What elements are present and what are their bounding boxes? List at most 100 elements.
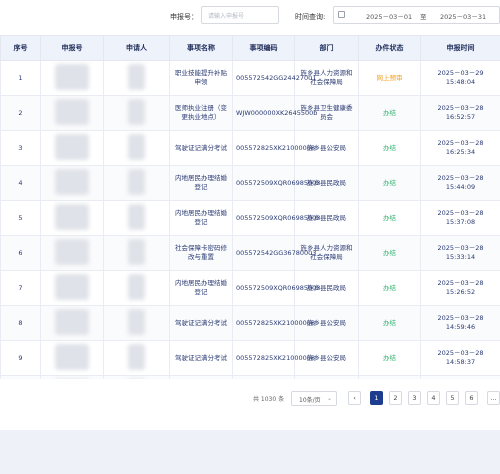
- column-header: 申报时间: [420, 35, 500, 61]
- row-number: 9: [0, 340, 41, 376]
- row-number: 6: [0, 235, 41, 271]
- redacted-block: [55, 273, 89, 300]
- page-5-button[interactable]: 5: [446, 391, 459, 405]
- row-number: 7: [0, 270, 41, 306]
- table-row[interactable]: 6 社会保障卡密码修改与重置 005572542GG36780003 旌乡县人力资源和…: [0, 235, 500, 271]
- submit-time: 2025－03－28 15:26:52: [420, 270, 500, 306]
- row-number: 5: [0, 200, 41, 236]
- page-4-button[interactable]: 4: [427, 391, 440, 405]
- table-row[interactable]: 1 职业技能提升补贴申领 005572542GG24427001 旌乡县人力资源和社会…: [0, 60, 500, 96]
- chevron-down-icon: ⌄: [326, 395, 332, 402]
- page-1-button[interactable]: 1: [370, 391, 383, 405]
- status-badge: 办结: [358, 95, 421, 131]
- item-name: 驾驶证记满分考试: [169, 305, 233, 341]
- applicant-redacted: [103, 270, 170, 306]
- row-number: 2: [0, 95, 41, 131]
- row-number: 8: [0, 305, 41, 341]
- page-size-select[interactable]: 10条/页 ⌄: [291, 391, 337, 406]
- applicant-redacted: [103, 235, 170, 271]
- applicant-redacted: [103, 130, 170, 166]
- prev-page-button[interactable]: ‹: [348, 391, 361, 405]
- table-row[interactable]: 9 驾驶证记满分考试 005572825XK21000008 旌乡县公安局 办结 2025…: [0, 340, 500, 376]
- redacted-block: [55, 378, 89, 379]
- column-header: 事项编码: [232, 35, 295, 61]
- row-number: 10: [0, 375, 41, 379]
- table-row[interactable]: 5 内地居民办理结婚登记 005572509XQR06985003 旌乡县民政局 办结 2…: [0, 200, 500, 236]
- applicant-redacted: [103, 200, 170, 236]
- status-badge: 办结: [358, 375, 421, 379]
- table-row[interactable]: 8 驾驶证记满分考试 005572825XK21000008 旌乡县公安局 办结 2025…: [0, 305, 500, 341]
- application-table: 序号 申报号 申请人 事项名称 事项编码 部门 办件状态 申报时间 1 职业技能提升补贴申领 00…: [0, 35, 500, 379]
- pagination: 共 1030 条: [0, 387, 500, 409]
- application-no-redacted: [40, 340, 104, 376]
- submit-time: 2025－03－28 15:44:09: [420, 165, 500, 201]
- application-no-redacted: [40, 60, 104, 96]
- date-separator: 至: [420, 13, 427, 21]
- table-row[interactable]: 3 驾驶证记满分考试 005572825XK21000008 旌乡县公安局 办结 2025…: [0, 130, 500, 166]
- time-query-label: 时间查询:: [295, 13, 326, 21]
- table-header: 序号 申报号 申请人 事项名称 事项编码 部门 办件状态 申报时间: [0, 35, 500, 61]
- application-no-input[interactable]: 请输入申报号: [201, 6, 279, 24]
- applicant-redacted: [103, 60, 170, 96]
- redacted-block: [128, 308, 145, 335]
- status-badge: 办结: [358, 270, 421, 306]
- redacted-block: [55, 63, 89, 90]
- item-name: 内地居民办理结婚登记: [169, 165, 233, 201]
- application-no-redacted: [40, 305, 104, 341]
- item-code: 005572825XK21000008: [232, 375, 295, 379]
- page-3-button[interactable]: 3: [408, 391, 421, 405]
- redacted-block: [128, 238, 145, 265]
- more-pages-button[interactable]: …: [487, 391, 500, 405]
- application-no-redacted: [40, 200, 104, 236]
- redacted-block: [55, 343, 89, 370]
- redacted-block: [55, 133, 89, 160]
- redacted-block: [55, 168, 89, 195]
- status-badge: 办结: [358, 305, 421, 341]
- date-end[interactable]: 2025－03－31: [440, 11, 486, 21]
- submit-time: 2025－03－28 14:59:46: [420, 305, 500, 341]
- table-row[interactable]: 2 医师执业注册（变更执业地点） WJW000000XK2645500b 旌乡县卫生健…: [0, 95, 500, 131]
- application-no-redacted: [40, 235, 104, 271]
- submit-time: 2025－03－28 16:52:57: [420, 95, 500, 131]
- table-row[interactable]: 10 驾驶证记满分考试005572825XK21000008旌乡县公安局办结202…: [0, 375, 500, 379]
- applicant-redacted: [103, 305, 170, 341]
- item-code: 005572542GG24427001: [232, 60, 316, 96]
- redacted-block: [128, 98, 145, 125]
- column-header: 申请人: [103, 35, 170, 61]
- page-2-button[interactable]: 2: [389, 391, 402, 405]
- item-name: 驾驶证记满分考试: [169, 340, 233, 376]
- status-badge: 办结: [358, 340, 421, 376]
- column-header: 申报号: [40, 35, 104, 61]
- row-number: 4: [0, 165, 41, 201]
- table-row[interactable]: 7 内地居民办理结婚登记 005572509XQR06985003 旌乡县民政局 办结 2…: [0, 270, 500, 306]
- filter-bar: 申报号： 请输入申报号 时间查询: 2025－03－01 至 2025－03－3…: [0, 0, 500, 34]
- status-badge: 办结: [358, 235, 421, 271]
- row-number: 3: [0, 130, 41, 166]
- item-code: 005572825XK21000008: [232, 340, 315, 376]
- item-code: WJW000000XK2645500b: [232, 95, 317, 131]
- redacted-block: [128, 203, 145, 230]
- redacted-block: [55, 238, 89, 265]
- column-header: 序号: [0, 35, 41, 61]
- page-6-button[interactable]: 6: [465, 391, 478, 405]
- item-name: 内地居民办理结婚登记: [169, 200, 233, 236]
- total-count: 共 1030 条: [253, 396, 285, 403]
- application-no-redacted: [40, 375, 104, 379]
- date-start[interactable]: 2025－03－01: [366, 11, 412, 21]
- item-name: 内地居民办理结婚登记: [169, 270, 233, 306]
- submit-time: 2025－03－28 15:37:08: [420, 200, 500, 236]
- redacted-block: [55, 308, 89, 335]
- item-code: 005572509XQR06985003: [232, 165, 320, 201]
- table-row[interactable]: 4 内地居民办理结婚登记 005572509XQR06985003 旌乡县民政局 办结 2…: [0, 165, 500, 201]
- redacted-block: [128, 133, 145, 160]
- item-name: 医师执业注册（变更执业地点）: [169, 95, 233, 131]
- item-name: 驾驶证记满分考试: [169, 130, 233, 166]
- applicant-redacted: [103, 375, 170, 379]
- applicant-redacted: [103, 95, 170, 131]
- date-range-picker[interactable]: 2025－03－01 至 2025－03－31: [333, 6, 500, 24]
- item-code: 005572825XK21000008: [232, 305, 315, 341]
- application-no-redacted: [40, 165, 104, 201]
- application-no-label: 申报号：: [170, 13, 198, 21]
- submit-time: 2025－03－28 15:33:14: [420, 235, 500, 271]
- department: 旌乡县公安局: [294, 375, 359, 379]
